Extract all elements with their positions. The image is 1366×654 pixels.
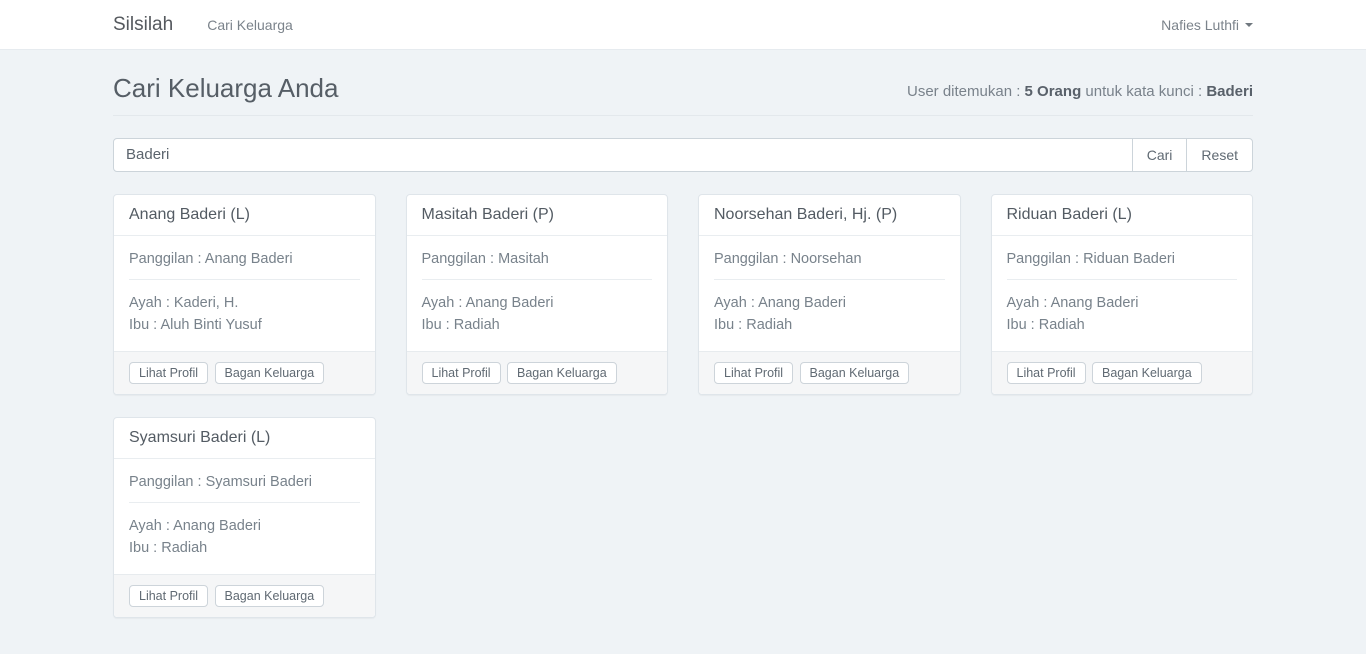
person-card-footer: Lihat Profil Bagan Keluarga [407,351,668,394]
user-dropdown-label: Nafies Luthfi [1161,17,1239,33]
person-card-title: Masitah Baderi (P) [407,195,668,236]
person-card: Masitah Baderi (P) Panggilan : Masitah A… [406,194,669,395]
search-results-grid: Anang Baderi (L) Panggilan : Anang Bader… [113,194,1253,618]
person-card: Syamsuri Baderi (L) Panggilan : Syamsuri… [113,417,376,618]
person-father: Ayah : Anang Baderi [714,292,945,314]
page-header: Cari Keluarga Anda User ditemukan : 5 Or… [113,74,1253,116]
person-card-body: Panggilan : Anang Baderi Ayah : Kaderi, … [114,236,375,351]
divider [714,279,945,280]
bagan-keluarga-button[interactable]: Bagan Keluarga [215,585,325,607]
lihat-profil-button[interactable]: Lihat Profil [422,362,501,384]
nav-item-cari-keluarga[interactable]: Cari Keluarga [207,17,293,33]
person-card-body: Panggilan : Noorsehan Ayah : Anang Bader… [699,236,960,351]
person-card: Noorsehan Baderi, Hj. (P) Panggilan : No… [698,194,961,395]
brand-silsilah[interactable]: Silsilah [113,14,173,36]
result-summary-prefix: User ditemukan : [907,83,1025,100]
person-card: Riduan Baderi (L) Panggilan : Riduan Bad… [991,194,1254,395]
chevron-down-icon [1245,23,1253,27]
result-keyword: Baderi [1206,83,1253,100]
reset-button[interactable]: Reset [1186,138,1253,172]
person-card-title: Anang Baderi (L) [114,195,375,236]
person-card-title: Riduan Baderi (L) [992,195,1253,236]
person-card-footer: Lihat Profil Bagan Keluarga [114,574,375,617]
main-content: Cari Keluarga Anda User ditemukan : 5 Or… [0,50,1366,618]
person-father: Ayah : Anang Baderi [129,515,360,537]
lihat-profil-button[interactable]: Lihat Profil [129,362,208,384]
divider [1007,279,1238,280]
person-mother: Ibu : Radiah [422,314,653,336]
person-card-footer: Lihat Profil Bagan Keluarga [992,351,1253,394]
bagan-keluarga-button[interactable]: Bagan Keluarga [800,362,910,384]
person-card-body: Panggilan : Masitah Ayah : Anang Baderi … [407,236,668,351]
person-nickname: Panggilan : Riduan Baderi [1007,251,1238,267]
cari-button[interactable]: Cari [1132,138,1188,172]
person-card: Anang Baderi (L) Panggilan : Anang Bader… [113,194,376,395]
person-card-title: Syamsuri Baderi (L) [114,418,375,459]
search-form: Cari Reset [113,138,1253,172]
result-summary-middle: untuk kata kunci : [1081,83,1206,100]
bagan-keluarga-button[interactable]: Bagan Keluarga [507,362,617,384]
person-card-body: Panggilan : Syamsuri Baderi Ayah : Anang… [114,459,375,574]
person-card-footer: Lihat Profil Bagan Keluarga [699,351,960,394]
divider [129,279,360,280]
person-card-footer: Lihat Profil Bagan Keluarga [114,351,375,394]
person-father: Ayah : Kaderi, H. [129,292,360,314]
person-mother: Ibu : Radiah [714,314,945,336]
user-dropdown[interactable]: Nafies Luthfi [1161,17,1253,33]
person-nickname: Panggilan : Syamsuri Baderi [129,474,360,490]
bagan-keluarga-button[interactable]: Bagan Keluarga [1092,362,1202,384]
person-mother: Ibu : Radiah [1007,314,1238,336]
person-mother: Ibu : Aluh Binti Yusuf [129,314,360,336]
person-mother: Ibu : Radiah [129,537,360,559]
page-title: Cari Keluarga Anda [113,74,338,103]
bagan-keluarga-button[interactable]: Bagan Keluarga [215,362,325,384]
result-count: 5 Orang [1025,83,1082,100]
lihat-profil-button[interactable]: Lihat Profil [714,362,793,384]
person-card-title: Noorsehan Baderi, Hj. (P) [699,195,960,236]
divider [422,279,653,280]
divider [129,502,360,503]
person-nickname: Panggilan : Anang Baderi [129,251,360,267]
result-summary: User ditemukan : 5 Orang untuk kata kunc… [907,83,1253,100]
lihat-profil-button[interactable]: Lihat Profil [129,585,208,607]
person-father: Ayah : Anang Baderi [1007,292,1238,314]
search-input[interactable] [113,138,1133,172]
person-nickname: Panggilan : Masitah [422,251,653,267]
navbar: Silsilah Cari Keluarga Nafies Luthfi [0,0,1366,50]
lihat-profil-button[interactable]: Lihat Profil [1007,362,1086,384]
person-father: Ayah : Anang Baderi [422,292,653,314]
person-card-body: Panggilan : Riduan Baderi Ayah : Anang B… [992,236,1253,351]
person-nickname: Panggilan : Noorsehan [714,251,945,267]
